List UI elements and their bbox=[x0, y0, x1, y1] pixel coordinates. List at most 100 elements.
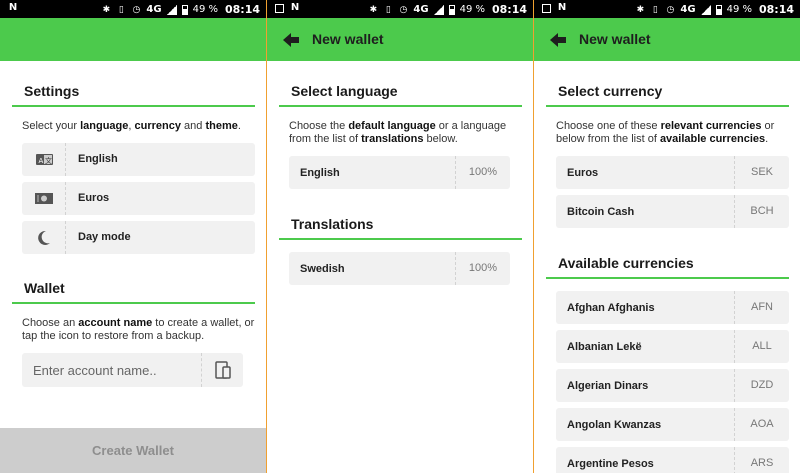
settings-divider bbox=[12, 105, 255, 107]
desc-bold: language bbox=[80, 120, 129, 132]
banknote-icon bbox=[22, 182, 66, 215]
signal-icon bbox=[166, 4, 177, 15]
currency-item[interactable]: Angolan Kwanzas AOA bbox=[556, 408, 789, 441]
status-bar: N ✱ ▯ ◷ 4G 49 % 08:14 bbox=[0, 0, 266, 18]
currency-item[interactable]: Albanian Lekë ALL bbox=[556, 330, 789, 363]
bluetooth-icon: ✱ bbox=[102, 4, 111, 15]
desc-text: . bbox=[765, 133, 769, 145]
moon-icon bbox=[22, 221, 66, 254]
bluetooth-icon: ✱ bbox=[369, 4, 378, 15]
vibrate-icon: ▯ bbox=[118, 4, 124, 15]
battery-percent: 49 % bbox=[726, 4, 752, 15]
currency-screen: N ✱ ▯ ◷ 4G 49 % 08:14 New wallet Select … bbox=[534, 0, 800, 473]
notification-n-icon: N bbox=[557, 2, 567, 13]
select-currency-divider bbox=[546, 105, 789, 107]
screens-container: N ✱ ▯ ◷ 4G 49 % 08:14 Settings Select yo… bbox=[0, 0, 800, 473]
svg-text:文: 文 bbox=[45, 156, 52, 165]
settings-item-currency[interactable]: Euros bbox=[22, 182, 255, 215]
currency-label: Afghan Afghanis bbox=[567, 302, 655, 314]
account-name-field bbox=[22, 353, 243, 387]
back-arrow-icon[interactable] bbox=[281, 30, 301, 50]
alarm-icon: ◷ bbox=[399, 4, 408, 15]
currency-code: AOA bbox=[734, 408, 789, 441]
currency-item[interactable]: Algerian Dinars DZD bbox=[556, 369, 789, 402]
desc-bold: default language bbox=[348, 120, 436, 132]
status-right: ✱ ▯ ◷ 4G 49 % 08:14 bbox=[635, 3, 794, 16]
settings-item-theme[interactable]: Day mode bbox=[22, 221, 255, 254]
language-icon: A文 bbox=[22, 143, 66, 176]
currency-item[interactable]: Euros SEK bbox=[556, 156, 789, 189]
network-type: 4G bbox=[146, 4, 162, 15]
desc-text: Choose the bbox=[289, 120, 349, 132]
status-left: N bbox=[8, 3, 18, 13]
status-left: N bbox=[275, 3, 300, 13]
network-type: 4G bbox=[680, 4, 696, 15]
currency-code: DZD bbox=[734, 369, 789, 402]
alarm-icon: ◷ bbox=[666, 4, 675, 15]
settings-item-language[interactable]: A文 English bbox=[22, 143, 255, 176]
app-bar: New wallet bbox=[267, 18, 533, 61]
alarm-icon: ◷ bbox=[132, 4, 141, 15]
select-currency-description: Choose one of these relevant currencies … bbox=[556, 120, 794, 146]
settings-description: Select your language, currency and theme… bbox=[22, 120, 260, 133]
translation-percent: 100% bbox=[455, 156, 510, 189]
language-label: Swedish bbox=[300, 263, 345, 275]
settings-screen: N ✱ ▯ ◷ 4G 49 % 08:14 Settings Select yo… bbox=[0, 0, 266, 473]
currency-item[interactable]: Afghan Afghanis AFN bbox=[556, 291, 789, 324]
wallet-title: Wallet bbox=[24, 280, 65, 296]
available-currencies-title: Available currencies bbox=[558, 255, 694, 271]
desc-text: Choose one of these bbox=[556, 120, 661, 132]
language-item-default[interactable]: English 100% bbox=[289, 156, 510, 189]
desc-text: . bbox=[237, 120, 241, 132]
app-bar bbox=[0, 18, 266, 61]
page-title: New wallet bbox=[312, 31, 384, 47]
status-right: ✱ ▯ ◷ 4G 49 % 08:14 bbox=[101, 3, 260, 16]
language-item[interactable]: Swedish 100% bbox=[289, 252, 510, 285]
currency-code: SEK bbox=[734, 156, 789, 189]
notification-n-icon: N bbox=[290, 2, 300, 13]
currency-code: BCH bbox=[734, 195, 789, 228]
clock: 08:14 bbox=[491, 3, 527, 16]
settings-item-label: Euros bbox=[78, 192, 110, 204]
image-notification-icon bbox=[275, 3, 284, 13]
battery-icon bbox=[448, 4, 455, 15]
currency-code: ALL bbox=[734, 330, 789, 363]
clock: 08:14 bbox=[224, 3, 260, 16]
create-wallet-button[interactable]: Create Wallet bbox=[0, 428, 266, 473]
currency-label: Bitcoin Cash bbox=[567, 206, 635, 218]
notification-n-icon: N bbox=[8, 2, 18, 13]
wallet-divider bbox=[12, 302, 255, 304]
restore-backup-button[interactable] bbox=[201, 353, 243, 387]
language-label: English bbox=[300, 167, 340, 179]
currency-code: ARS bbox=[734, 447, 789, 473]
settings-title: Settings bbox=[24, 83, 80, 99]
translations-divider bbox=[279, 238, 522, 240]
battery-icon bbox=[715, 4, 722, 15]
devices-icon bbox=[215, 361, 231, 379]
battery-percent: 49 % bbox=[459, 4, 485, 15]
page-title: New wallet bbox=[579, 31, 651, 47]
available-currencies-divider bbox=[546, 277, 789, 279]
network-type: 4G bbox=[413, 4, 429, 15]
app-bar: New wallet bbox=[534, 18, 800, 61]
desc-bold: relevant currencies bbox=[660, 120, 762, 132]
currency-item[interactable]: Bitcoin Cash BCH bbox=[556, 195, 789, 228]
image-notification-icon bbox=[542, 3, 551, 13]
status-left: N bbox=[542, 3, 567, 13]
back-arrow-icon[interactable] bbox=[548, 30, 568, 50]
vibrate-icon: ▯ bbox=[652, 4, 658, 15]
select-language-description: Choose the default language or a languag… bbox=[289, 120, 527, 146]
language-screen: N ✱ ▯ ◷ 4G 49 % 08:14 New wallet Select … bbox=[267, 0, 533, 473]
translation-percent: 100% bbox=[455, 252, 510, 285]
select-language-title: Select language bbox=[291, 83, 398, 99]
currency-code: AFN bbox=[734, 291, 789, 324]
account-name-input[interactable] bbox=[22, 353, 202, 387]
signal-icon bbox=[433, 4, 444, 15]
bluetooth-icon: ✱ bbox=[636, 4, 645, 15]
desc-text: and bbox=[181, 120, 206, 132]
currency-item[interactable]: Argentine Pesos ARS bbox=[556, 447, 789, 473]
clock: 08:14 bbox=[758, 3, 794, 16]
desc-bold: available currencies bbox=[659, 133, 766, 145]
desc-text: Choose an bbox=[22, 317, 79, 329]
settings-item-label: Day mode bbox=[78, 231, 131, 243]
